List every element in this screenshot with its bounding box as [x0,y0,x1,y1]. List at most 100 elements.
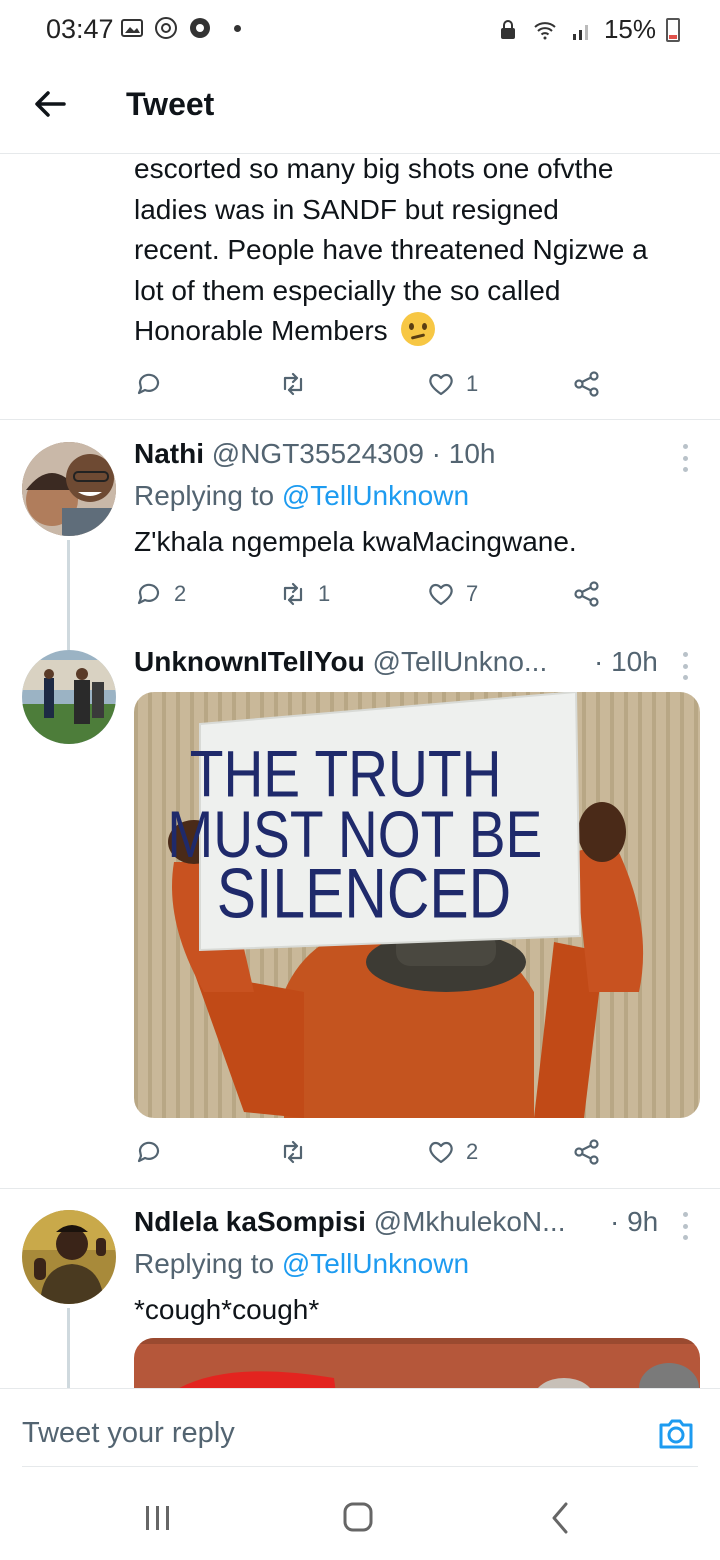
reply-input[interactable]: Tweet your reply [22,1417,235,1450]
battery-percent: 15% [603,14,656,44]
main-tweet-line-text: Honorable Members [134,315,388,346]
reply-text: *cough*cough* [134,1294,320,1325]
protest-sign-image: THE TRUTH MUST NOT BE SILENCED [134,692,700,1118]
share-button[interactable] [572,369,602,399]
retweet-button[interactable] [278,1137,308,1167]
tweet-image[interactable]: THE TRUTH MUST NOT BE SILENCED [134,692,700,1118]
like-count: 7 [466,581,479,606]
heart-icon [429,373,453,396]
retweet-icon [283,1140,303,1164]
lock-icon [500,19,515,39]
replying-to-handle[interactable]: @TellUnknown [282,1248,469,1279]
tweet-time: · 9h [610,1206,659,1237]
main-tweet-line: escorted so many big shots one ofvthe [134,154,614,184]
more-options-icon[interactable] [680,1212,690,1240]
author-name[interactable]: Ndlela kaSompisi [134,1206,366,1237]
avatar[interactable] [22,442,116,536]
main-tweet-line: recent. People have threatened Ngizwe a [134,234,648,265]
avatar-image [22,650,116,744]
avatar[interactable] [22,650,116,744]
author-handle[interactable]: @MkhulekoN... [374,1206,566,1237]
confused-face-emoji [401,312,436,346]
more-options-icon[interactable] [680,444,690,472]
author-row: UnknownITellYou @TellUnkno... [134,646,547,678]
back-nav-icon[interactable] [540,1500,580,1536]
reply-actions: 2 [134,1132,720,1172]
author-handle[interactable]: @TellUnkno... [373,646,548,677]
reply-text: Z'khala ngempela kwaMacingwane. [134,526,577,557]
tweet-time-row: · 10h [594,646,658,678]
home-icon[interactable] [338,1500,378,1536]
thread-line [67,540,70,650]
like-button[interactable]: 7 [426,579,478,609]
battery-icon [666,17,680,42]
wifi-icon [534,21,556,39]
share-button[interactable] [572,1137,602,1167]
author-name[interactable]: UnknownITellYou [134,646,365,677]
status-time: 03:47 [46,14,114,44]
page-title: Tweet [126,86,215,122]
author-row: Nathi @NGT35524309 · 10h [134,438,496,470]
reply-icon [137,373,160,395]
author-handle[interactable]: @NGT35524309 [212,438,424,469]
main-tweet-line: Honorable Members [134,311,704,352]
tweet-time-row: · 9h [610,1206,658,1238]
system-navigation-bar [0,1478,720,1560]
avatar[interactable] [22,1210,116,1304]
replying-to-handle[interactable]: @TellUnknown [282,480,469,511]
tweet-image[interactable] [134,1338,700,1388]
author-name[interactable]: Nathi [134,438,204,469]
signal-icon [572,24,588,40]
divider [0,1188,720,1189]
heart-icon [429,583,453,606]
avatar-image [22,442,116,536]
messenger-icon [155,17,177,39]
reply-actions: 2 1 7 [134,574,720,614]
retweet-button[interactable]: 1 [278,579,330,609]
retweet-button[interactable] [278,369,308,399]
like-button[interactable]: 1 [426,369,478,399]
share-icon [574,581,599,607]
replying-to-prefix: Replying to [134,480,282,511]
replying-to: Replying to @TellUnknown [134,480,469,512]
camera-icon[interactable] [656,1413,696,1453]
status-system-icons: 15% [496,14,680,45]
main-tweet-actions: 1 [134,364,720,404]
like-count: 2 [466,1139,479,1164]
gallery-icon [121,19,143,37]
like-button[interactable]: 2 [426,1137,478,1167]
more-options-icon[interactable] [680,652,690,680]
thread-line [67,1308,70,1388]
retweet-icon [283,372,303,396]
replying-to-prefix: Replying to [134,1248,282,1279]
reply-icon [137,1141,160,1163]
status-bar: 03:47 15% [0,0,720,60]
more-notifications-dot [234,24,241,32]
tweet-time: · 10h [594,646,658,677]
divider [0,419,720,420]
tweet-thread[interactable]: escorted so many big shots one ofvthe la… [0,154,720,1388]
replying-to: Replying to @TellUnknown [134,1248,469,1280]
back-arrow-icon[interactable] [30,84,70,124]
retweet-icon [283,582,303,606]
reply-button[interactable] [134,1137,164,1167]
reply-input-underline [22,1466,698,1467]
tweet-image-preview [134,1338,700,1388]
status-notification-icons [120,16,241,40]
avatar-image [22,1210,116,1304]
reply-composer-bar[interactable]: Tweet your reply [0,1388,720,1478]
main-tweet-line: lot of them especially the so called [134,274,561,306]
main-tweet-text: escorted so many big shots one ofvthe la… [134,154,704,352]
chrome-icon [190,18,210,38]
reply-count: 2 [174,581,187,606]
like-count: 1 [466,371,479,396]
retweet-count: 1 [318,581,331,606]
share-icon [574,1139,599,1165]
main-tweet-line: ladies was in SANDF but resigned [134,193,559,225]
recent-apps-icon[interactable] [138,1500,178,1536]
reply-button[interactable]: 2 [134,579,186,609]
reply-icon [137,583,160,605]
share-button[interactable] [572,579,602,609]
reply-button[interactable] [134,369,164,399]
share-icon [574,371,599,397]
